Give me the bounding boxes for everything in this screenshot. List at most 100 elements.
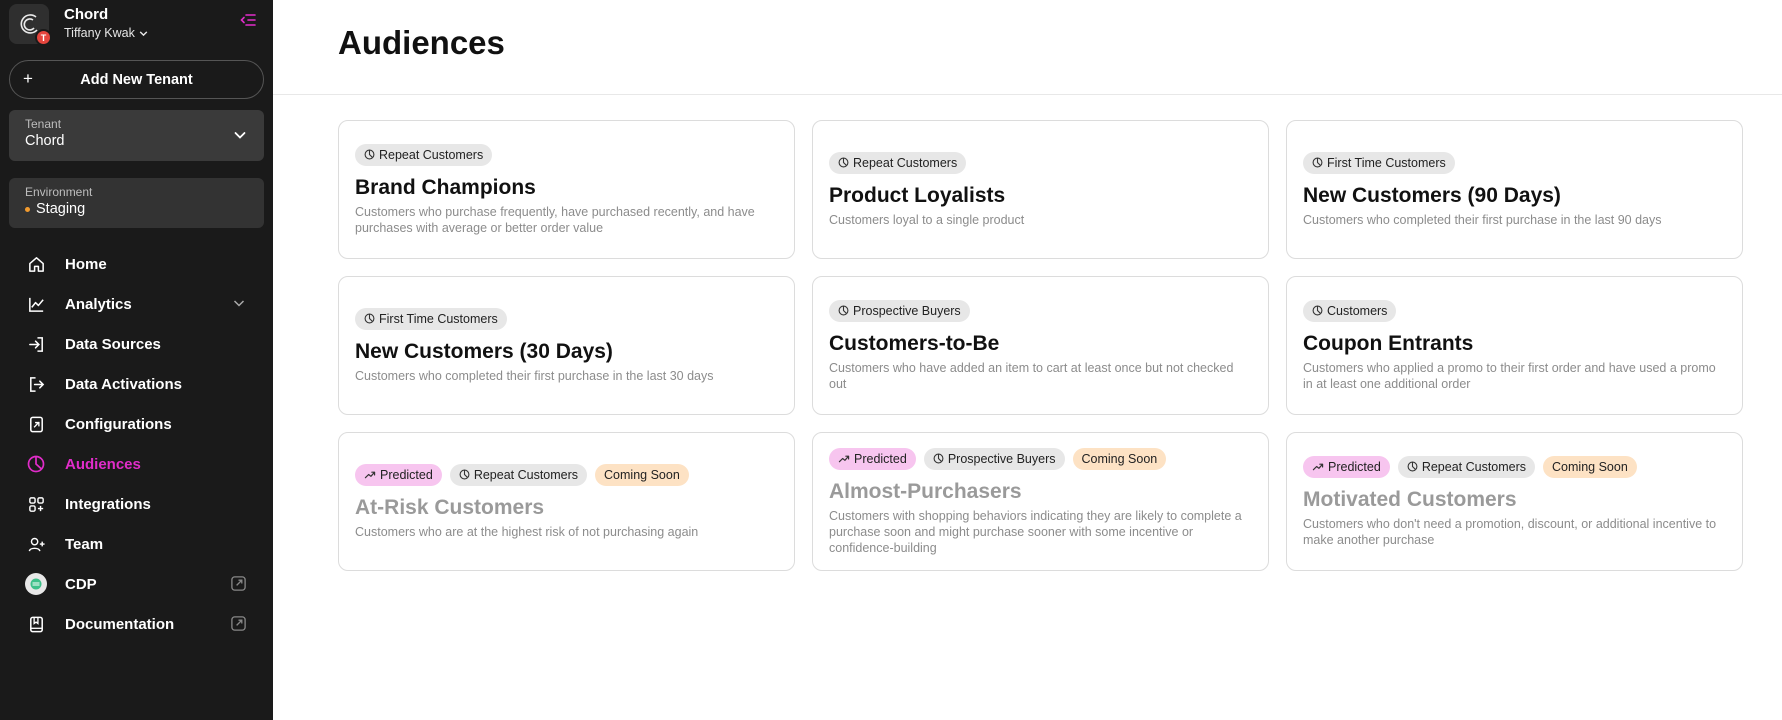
badge-label: Coming Soon — [1552, 459, 1628, 474]
segment-badge: First Time Customers — [1303, 151, 1455, 174]
sidebar-item-data-activations[interactable]: Data Activations — [9, 364, 264, 404]
pie-icon — [459, 469, 470, 480]
badge-label: Predicted — [380, 467, 433, 482]
sidebar-item-cdp[interactable]: CDP — [9, 564, 264, 604]
chevron-down-icon — [139, 30, 148, 36]
page-header: Audiences — [273, 0, 1782, 95]
sidebar-item-home[interactable]: Home — [9, 244, 264, 284]
sidebar-item-label: Audiences — [65, 455, 141, 473]
audience-description: Customers who have added an item to cart… — [829, 360, 1234, 391]
audience-tags: Prospective Buyers — [829, 299, 1252, 322]
chart-line-icon — [26, 294, 46, 314]
badge-label: Predicted — [854, 451, 907, 466]
badge-label: Repeat Customers — [1421, 459, 1527, 474]
audience-title: Product Loyalists — [829, 183, 1006, 207]
home-icon — [26, 254, 46, 274]
audience-tags: Repeat Customers — [355, 143, 778, 166]
audience-title: Brand Champions — [355, 175, 536, 199]
chevron-down-icon — [233, 300, 245, 307]
segment-badge: First Time Customers — [355, 307, 507, 330]
segment-badge: Repeat Customers — [1397, 455, 1536, 478]
book-icon — [26, 614, 46, 634]
audience-grid: Repeat Customers Brand Champions Custome… — [338, 120, 1743, 571]
audience-card-new-customers-30-days[interactable]: First Time Customers New Customers (30 D… — [338, 276, 795, 415]
sidebar-item-team[interactable]: Team — [9, 524, 264, 564]
audience-title: Motivated Customers — [1303, 487, 1517, 511]
pie-icon — [364, 313, 375, 324]
sidebar: T Chord Tiffany Kwak + Add New Tenant Te… — [0, 0, 273, 720]
environment-label: Environment — [25, 185, 93, 199]
audience-card-almost-purchasers[interactable]: Predicted Prospective Buyers Coming Soon A… — [812, 432, 1269, 571]
audience-tags: Predicted Prospective Buyers Coming Soon — [829, 447, 1252, 470]
tenant-switcher[interactable]: T Chord Tiffany Kwak — [9, 1, 264, 47]
brand-name: Chord — [64, 6, 109, 23]
coming-soon-badge: Coming Soon — [595, 463, 689, 486]
badge-label: First Time Customers — [379, 311, 498, 326]
badge-label: Coming Soon — [1081, 451, 1158, 466]
add-tenant-button[interactable]: + Add New Tenant — [9, 60, 264, 99]
sidebar-item-label: Configurations — [65, 415, 172, 433]
user-avatar-badge: T — [35, 29, 52, 46]
audience-tags: First Time Customers — [355, 307, 778, 330]
collapse-sidebar-icon — [240, 14, 256, 26]
audience-card-brand-champions[interactable]: Repeat Customers Brand Champions Custome… — [338, 120, 795, 259]
pie-icon — [1407, 461, 1418, 472]
pie-icon — [933, 453, 944, 464]
sidebar-item-label: Home — [65, 255, 107, 273]
audience-card-customers-to-be[interactable]: Prospective Buyers Customers-to-Be Custo… — [812, 276, 1269, 415]
segment-badge: Prospective Buyers — [923, 447, 1065, 470]
predicted-badge: Predicted — [829, 447, 916, 470]
audience-title: Customers-to-Be — [829, 331, 1000, 355]
audience-description: Customers with shopping behaviors indica… — [829, 508, 1242, 555]
sidebar-item-label: Team — [65, 535, 104, 553]
audience-card-motivated-customers[interactable]: Predicted Repeat Customers Coming Soon Mot… — [1286, 432, 1743, 571]
tenant-select-label: Tenant — [25, 117, 62, 131]
pie-icon — [838, 305, 849, 316]
trending-up-icon — [1312, 461, 1324, 472]
trending-up-icon — [838, 453, 850, 464]
predicted-badge: Predicted — [355, 463, 442, 486]
audience-description: Customers who applied a promo to their f… — [1303, 360, 1716, 391]
tenant-select[interactable]: Tenant Chord — [9, 110, 264, 161]
sidebar-item-label: CDP — [65, 575, 97, 593]
sidebar-item-integrations[interactable]: Integrations — [9, 484, 264, 524]
audience-description: Customers who are at the highest risk of… — [355, 524, 699, 539]
environment-value-row: Staging — [25, 201, 248, 217]
plus-icon: + — [23, 69, 33, 88]
environment-indicator: Environment Staging — [9, 178, 264, 228]
sidebar-item-label: Documentation — [65, 615, 175, 633]
sidebar-item-analytics[interactable]: Analytics — [9, 284, 264, 324]
badge-label: Repeat Customers — [473, 467, 579, 482]
sidebar-item-label: Integrations — [65, 495, 151, 513]
audience-tags: First Time Customers — [1303, 151, 1726, 174]
segment-badge: Customers — [1303, 299, 1397, 322]
user-menu[interactable]: Tiffany Kwak — [64, 24, 149, 42]
audience-card-coupon-entrants[interactable]: Customers Coupon Entrants Customers who … — [1286, 276, 1743, 415]
user-name: Tiffany Kwak — [64, 26, 135, 40]
audience-card-at-risk-customers[interactable]: Predicted Repeat Customers Coming Soon At-… — [338, 432, 795, 571]
brand-text: Chord Tiffany Kwak — [64, 6, 149, 42]
audience-card-product-loyalists[interactable]: Repeat Customers Product Loyalists Custo… — [812, 120, 1269, 259]
sidebar-item-audiences[interactable]: Audiences — [9, 444, 264, 484]
audience-card-new-customers-90-days[interactable]: First Time Customers New Customers (90 D… — [1286, 120, 1743, 259]
badge-label: Prospective Buyers — [853, 303, 961, 318]
sign-in-icon — [26, 334, 46, 354]
sidebar-item-data-sources[interactable]: Data Sources — [9, 324, 264, 364]
audience-tags: Predicted Repeat Customers Coming Soon — [355, 463, 778, 486]
badge-label: Repeat Customers — [379, 147, 484, 162]
badge-label: Predicted — [1328, 459, 1381, 474]
file-icon — [26, 414, 46, 434]
audience-title: New Customers (90 Days) — [1303, 183, 1561, 207]
pie-icon — [26, 454, 46, 474]
sidebar-item-label: Analytics — [65, 295, 132, 313]
environment-status-dot — [25, 206, 30, 212]
audience-tags: Predicted Repeat Customers Coming Soon — [1303, 455, 1726, 478]
sidebar-item-configurations[interactable]: Configurations — [9, 404, 264, 444]
pie-icon — [1312, 305, 1323, 316]
audience-tags: Repeat Customers — [829, 151, 1252, 174]
audience-description: Customers who completed their first purc… — [1303, 212, 1662, 227]
sidebar-item-documentation[interactable]: Documentation — [9, 604, 264, 644]
collapse-sidebar-button[interactable] — [239, 11, 257, 29]
segment-badge: Repeat Customers — [449, 463, 588, 486]
segment-badge: Repeat Customers — [355, 143, 493, 166]
